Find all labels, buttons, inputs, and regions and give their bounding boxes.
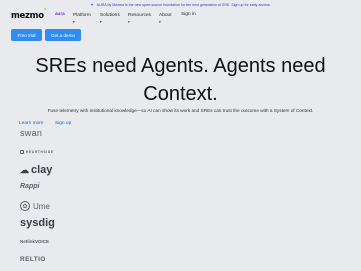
customer-logo-swan: swan bbox=[20, 128, 43, 138]
logo-spark-icon: ✦ bbox=[43, 7, 48, 13]
announcement-text[interactable]: AURA by Mezmo is the new open-source fou… bbox=[97, 3, 271, 7]
chevron-down-icon: ▾ bbox=[100, 20, 102, 24]
nav-platform-label: Platform bbox=[73, 13, 91, 18]
nav-platform[interactable]: Platform ▾ bbox=[73, 13, 91, 24]
mezmo-logo[interactable]: mezmo bbox=[11, 11, 44, 21]
nav-resources-label: Resources bbox=[128, 13, 151, 18]
hearthside-mark-icon bbox=[20, 150, 24, 154]
ume-mark-icon: ✿ bbox=[20, 201, 30, 211]
chevron-down-icon: ▾ bbox=[128, 20, 130, 24]
hero-title: SREs need Agents. Agents need Context. bbox=[0, 52, 361, 108]
customer-logo-reltio: RELTIO bbox=[20, 256, 46, 263]
customer-logo-netlink: NetlinkVOICE bbox=[20, 239, 50, 244]
nav-solutions[interactable]: Solutions ▾ bbox=[100, 13, 120, 24]
customer-logo-sysdig: sysdig bbox=[20, 217, 55, 229]
hero-title-line1: SREs need Agents. Agents need bbox=[35, 55, 326, 77]
customer-logo-hearthside: HEARTHSIDE bbox=[20, 150, 54, 154]
sparkle-icon: ✦ bbox=[90, 2, 94, 7]
site-header: mezmo ✦ aura Platform ▾ Solutions ▾ Reso… bbox=[0, 8, 361, 28]
aura-label[interactable]: aura bbox=[55, 11, 65, 16]
ume-text: Ume bbox=[33, 201, 50, 211]
get-demo-button[interactable]: Get a demo bbox=[45, 29, 81, 41]
nav-sign-in[interactable]: Sign in bbox=[181, 12, 196, 17]
sign-in-label: Sign in bbox=[181, 12, 196, 17]
chevron-down-icon: ▾ bbox=[73, 20, 75, 24]
free-trial-button[interactable]: Free trial bbox=[11, 29, 42, 41]
learn-more-link[interactable]: Learn more bbox=[19, 121, 44, 126]
customer-logo-rappi: Rappi bbox=[20, 183, 40, 190]
nav-about[interactable]: About ▾ bbox=[159, 13, 172, 24]
clay-mark-icon: ☁ bbox=[20, 164, 29, 175]
chevron-down-icon: ▾ bbox=[159, 20, 161, 24]
hero-title-line2: Context. bbox=[143, 83, 218, 105]
customer-logo-clay: ☁ clay bbox=[20, 164, 52, 176]
clay-text: clay bbox=[31, 164, 53, 176]
sign-up-link[interactable]: Sign up bbox=[55, 121, 71, 126]
customer-logo-ume: ✿ Ume bbox=[20, 201, 50, 211]
hearthside-text: HEARTHSIDE bbox=[26, 150, 54, 154]
nav-resources[interactable]: Resources ▾ bbox=[128, 13, 151, 24]
hero-subtitle: Fuse telemetry with institutional knowle… bbox=[47, 108, 314, 113]
nav-solutions-label: Solutions bbox=[100, 13, 120, 18]
nav-about-label: About bbox=[159, 13, 172, 18]
